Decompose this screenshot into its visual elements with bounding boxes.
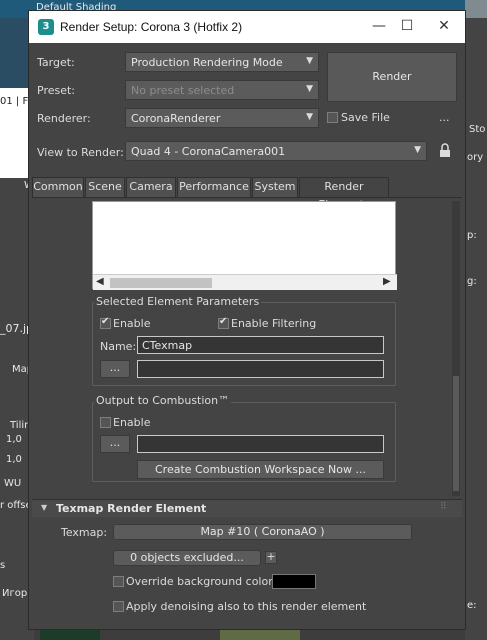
objects-excluded-button[interactable]: 0 objects excluded...	[113, 550, 261, 566]
save-file-options-button[interactable]: ...	[439, 111, 450, 124]
create-combustion-workspace-button[interactable]: Create Combustion Workspace Now ...	[137, 460, 384, 479]
selected-element-parameters-title: Selected Element Parameters	[94, 295, 262, 308]
texmap-label: Texmap:	[61, 526, 108, 539]
drag-grip-icon[interactable]: ⠿	[440, 502, 447, 512]
tab-performance[interactable]: Performance	[177, 177, 251, 197]
output-to-combustion-title: Output to Combustion™	[94, 394, 232, 407]
save-file-label: Save File	[341, 111, 390, 124]
apply-denoising-label: Apply denoising also to this render elem…	[126, 600, 367, 613]
combustion-browse-button[interactable]: ...	[100, 435, 130, 453]
background-text: p:	[467, 230, 477, 241]
view-to-render-dropdown[interactable]: Quad 4 - CoronaCamera001 ▼	[125, 141, 427, 161]
target-value: Production Rendering Mode	[131, 56, 283, 69]
target-dropdown[interactable]: Production Rendering Mode ▼	[125, 52, 319, 72]
apply-denoising-checkbox[interactable]	[113, 601, 124, 612]
background-text: e:	[467, 600, 477, 611]
element-name-field[interactable]: CTexmap	[137, 336, 384, 354]
render-setup-window: 3 Render Setup: Corona 3 (Hotfix 2) — ☐ …	[28, 10, 466, 630]
view-to-render-label: View to Render:	[37, 146, 124, 159]
scrollbar-thumb[interactable]	[110, 278, 212, 288]
background-right-panel: Sto ory p: g: e:	[465, 18, 487, 640]
texmap-map-button[interactable]: Map #10 ( CoronaAO )	[113, 524, 412, 540]
background-text: g:	[467, 276, 477, 287]
tab-bar: Common Scene Camera Performance System R…	[32, 177, 462, 211]
name-label: Name:	[100, 340, 137, 353]
combustion-enable-label: Enable	[113, 416, 151, 429]
horizontal-scrollbar[interactable]: ◀ ▶	[93, 274, 397, 290]
lock-icon[interactable]	[439, 143, 451, 158]
target-label: Target:	[37, 56, 75, 69]
app-icon: 3	[38, 19, 54, 35]
close-button[interactable]: ✕	[427, 15, 461, 37]
add-exclusion-button[interactable]: +	[265, 551, 277, 564]
enable-filtering-label: Enable Filtering	[231, 317, 317, 330]
scroll-left-icon[interactable]: ◀	[96, 276, 104, 287]
background-text: r offse	[0, 500, 32, 511]
render-elements-list[interactable]: ◀ ▶	[92, 201, 397, 290]
tab-divider	[32, 197, 462, 198]
tab-scene[interactable]: Scene	[85, 177, 125, 197]
tab-camera[interactable]: Camera	[126, 177, 176, 197]
background-text: 01 | Fr	[0, 96, 32, 107]
browse-output-button[interactable]: ...	[100, 360, 130, 378]
chevron-down-icon: ▼	[306, 112, 313, 122]
enable-label: Enable	[113, 317, 151, 330]
background-text: WU	[4, 478, 22, 489]
render-button[interactable]: Render	[327, 52, 457, 102]
title-bar[interactable]: 3 Render Setup: Corona 3 (Hotfix 2) — ☐ …	[29, 11, 465, 43]
scrollbar-thumb[interactable]	[453, 376, 459, 491]
override-background-checkbox[interactable]	[113, 576, 124, 587]
save-file-checkbox[interactable]	[327, 112, 338, 123]
texmap-rollout-header[interactable]: ▼ Texmap Render Element ⠿	[32, 499, 462, 517]
chevron-down-icon: ▼	[306, 56, 313, 66]
view-to-render-value: Quad 4 - CoronaCamera001	[131, 145, 286, 158]
renderer-value: CoronaRenderer	[131, 112, 221, 125]
background-text: Sto	[469, 124, 486, 135]
chevron-down-icon: ▼	[414, 145, 421, 155]
renderer-label: Renderer:	[37, 112, 91, 125]
background-text: s	[0, 560, 6, 571]
background-text: 1,0	[6, 434, 22, 445]
combustion-enable-checkbox[interactable]	[100, 417, 111, 428]
texmap-rollout-title: Texmap Render Element	[56, 502, 207, 515]
chevron-down-icon: ▼	[306, 84, 313, 94]
enable-filtering-checkbox[interactable]	[218, 316, 229, 329]
panel-vertical-scrollbar[interactable]	[452, 201, 460, 496]
enable-checkbox[interactable]	[100, 316, 111, 329]
preset-value: No preset selected	[131, 84, 235, 97]
preset-dropdown[interactable]: No preset selected ▼	[125, 80, 319, 100]
override-background-label: Override background color:	[126, 575, 277, 588]
preset-label: Preset:	[37, 84, 76, 97]
maximize-button[interactable]: ☐	[390, 15, 424, 37]
combustion-path-field[interactable]	[137, 435, 384, 453]
tab-system[interactable]: System	[252, 177, 298, 197]
background-color-swatch[interactable]	[272, 574, 316, 589]
renderer-dropdown[interactable]: CoronaRenderer ▼	[125, 108, 319, 128]
output-path-field[interactable]	[137, 360, 384, 378]
tab-common[interactable]: Common	[32, 177, 84, 197]
window-title: Render Setup: Corona 3 (Hotfix 2)	[60, 20, 243, 34]
background-text: 1,0	[6, 454, 22, 465]
scroll-right-icon[interactable]: ▶	[383, 276, 391, 287]
collapse-toggle-icon[interactable]: ▼	[41, 503, 47, 512]
background-text: ory	[467, 152, 484, 163]
tab-render-elements[interactable]: Render Elements	[299, 177, 389, 211]
